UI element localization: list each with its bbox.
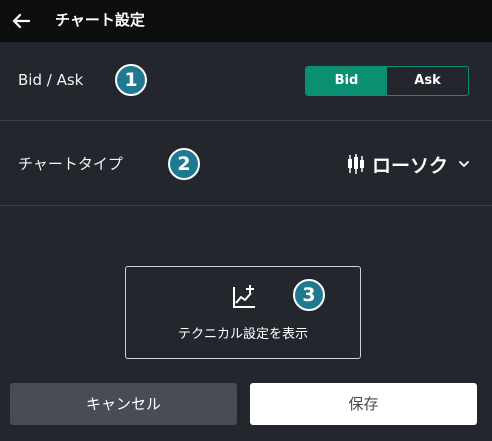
chart-type-value: ローソク — [371, 154, 448, 177]
bid-option[interactable]: Bid — [306, 67, 387, 95]
step-badge-1: 1 — [115, 64, 147, 96]
step-badge-2: 2 — [168, 148, 200, 180]
bid-ask-label: Bid / Ask — [18, 71, 84, 89]
candlestick-icon — [347, 154, 364, 174]
chart-add-icon — [233, 285, 255, 308]
cancel-button[interactable]: キャンセル — [10, 383, 237, 425]
step-badge-3: 3 — [293, 279, 325, 311]
bid-ask-row: Bid / Ask 1 Bid Ask — [0, 42, 492, 121]
ask-option[interactable]: Ask — [387, 67, 468, 95]
chart-type-selector[interactable]: ローソク — [346, 149, 470, 179]
chart-type-row: チャートタイプ 2 ローソク — [0, 121, 492, 206]
chevron-down-icon — [459, 161, 469, 167]
page-title: チャート設定 — [55, 11, 145, 29]
show-technical-settings-button[interactable]: テクニカル設定を表示 — [125, 266, 361, 359]
chart-type-label: チャートタイプ — [18, 155, 123, 173]
technical-settings-label: テクニカル設定を表示 — [177, 327, 308, 342]
chart-settings-screen: チャート設定 Bid / Ask 1 Bid Ask チャートタイプ 2 ローソ… — [0, 0, 492, 441]
bid-ask-toggle: Bid Ask — [305, 66, 469, 96]
back-button[interactable] — [6, 6, 36, 36]
header-bar: チャート設定 — [0, 0, 492, 42]
arrow-left-icon — [12, 13, 30, 29]
save-button[interactable]: 保存 — [250, 383, 477, 425]
